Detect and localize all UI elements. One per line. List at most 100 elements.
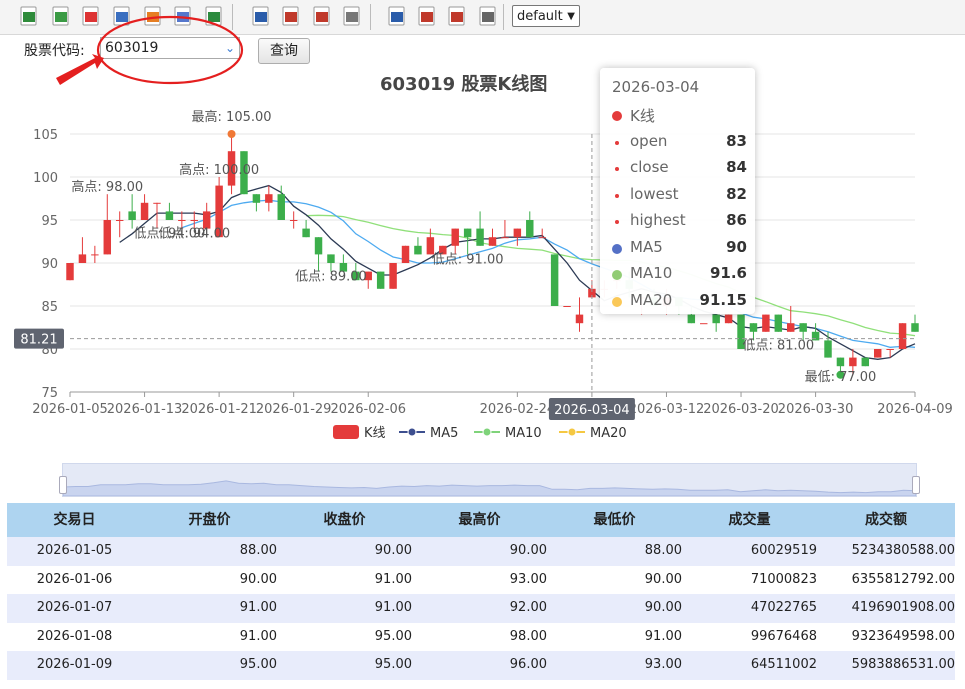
tooltip-series-value: 91.15 — [699, 290, 747, 309]
candle-body — [550, 254, 559, 306]
candle-body — [687, 314, 696, 324]
legend-label: K线 — [364, 426, 386, 441]
table-cell: 9323649598.00 — [851, 628, 955, 644]
tooltip-series-value: 84 — [726, 158, 747, 176]
table-cell: 90.00 — [239, 571, 277, 587]
candle-body — [911, 323, 919, 332]
candle-body — [140, 202, 149, 220]
chart-tooltip: 2026-03-04 K线 open 83 close 84 lowest 82 highes… — [600, 68, 755, 314]
candle-body — [401, 245, 410, 263]
table-cell: 64511002 — [750, 657, 817, 672]
table-cell: 5983886531.00 — [851, 657, 955, 672]
legend-dot-icon — [567, 427, 577, 437]
column-header[interactable]: 开盘价 — [142, 503, 277, 537]
data-zoom-slider[interactable] — [59, 463, 920, 497]
tooltip-series-value: 86 — [726, 211, 747, 229]
candle-body — [724, 314, 733, 324]
column-header[interactable]: 最低价 — [547, 503, 682, 537]
table-cell: 92.00 — [509, 600, 547, 615]
column-header[interactable]: 成交额 — [817, 503, 955, 537]
zoom-preview-area — [62, 480, 917, 497]
candle-body — [488, 237, 497, 246]
candle-body — [501, 237, 509, 239]
candle-body — [824, 340, 832, 358]
marker-label: 最高: 105.00 — [192, 109, 272, 125]
x-tick-label: 2026-01-13 — [107, 402, 183, 417]
tooltip-row: open 83 — [612, 130, 747, 154]
table-cell: 88.00 — [644, 543, 682, 558]
table-cell: 60029519 — [750, 543, 817, 558]
x-tick-label: 2026-01-05 — [32, 402, 108, 417]
series-dot-icon — [612, 243, 622, 254]
annotation-label: 高点: 100.00 — [179, 162, 259, 178]
candle-body — [178, 220, 186, 221]
candle-body — [190, 220, 198, 221]
tooltip-series-value: 82 — [726, 184, 747, 203]
table-row[interactable]: 2026-01-05 88.00 90.00 90.00 88.00 60029519 52… — [7, 537, 955, 566]
zoom-handle-right[interactable] — [912, 476, 920, 494]
tooltip-row: K线 — [612, 103, 747, 127]
column-header[interactable]: 成交量 — [682, 503, 817, 537]
candle-body — [302, 228, 310, 238]
candle-body — [799, 323, 807, 332]
candle-body — [538, 237, 546, 239]
candle-body — [165, 211, 174, 220]
table-row[interactable]: 2026-01-08 91.00 95.00 98.00 91.00 99676468 93… — [7, 623, 955, 652]
table-cell: 2026-01-07 — [36, 600, 113, 615]
annotation-label: 低点: 89.00 — [295, 270, 367, 285]
y-tick-label: 95 — [41, 214, 58, 229]
table-cell: 5234380588.00 — [851, 543, 955, 558]
candle-body — [712, 314, 720, 324]
column-header[interactable]: 交易日 — [7, 503, 142, 537]
candle-body — [787, 323, 795, 332]
table-cell: 91.00 — [374, 571, 412, 587]
column-header[interactable]: 最高价 — [412, 503, 547, 537]
y-tick-label: 85 — [41, 300, 58, 315]
candle-body — [575, 314, 584, 324]
tooltip-series-value: 83 — [726, 131, 747, 150]
table-cell: 90.00 — [374, 543, 412, 558]
column-header[interactable]: 收盘价 — [277, 503, 412, 537]
data-zoom-preview — [62, 480, 917, 497]
candle-body — [563, 306, 571, 307]
tooltip-series-name: close — [630, 158, 669, 176]
x-tick-label: 2026-01-21 — [181, 402, 257, 417]
legend-dot-icon — [482, 427, 492, 437]
marker-label: 最低: 77.00 — [805, 370, 877, 385]
candle-body — [252, 194, 261, 203]
candle-body — [513, 228, 522, 238]
candle-body — [265, 194, 273, 203]
table-row[interactable]: 2026-01-09 95.00 95.00 96.00 93.00 64511002 59… — [7, 651, 955, 680]
table-cell: 98.00 — [509, 628, 547, 644]
candle-body — [376, 271, 385, 289]
table-cell: 2026-01-05 — [36, 543, 113, 558]
table-cell: 91.00 — [644, 628, 682, 644]
table-cell: 4196901908.00 — [851, 600, 955, 615]
legend-kline-icon — [333, 425, 359, 439]
candle-body — [389, 263, 397, 289]
tooltip-row: MA5 90 — [612, 236, 747, 260]
tooltip-series-name: K线 — [630, 107, 655, 125]
table-cell: 2026-01-09 — [36, 657, 113, 672]
kline-chart[interactable]: 75808590951001052026-01-052026-01-132026… — [0, 0, 965, 460]
y-tick-label: 100 — [33, 171, 58, 186]
tooltip-series-value: 91.6 — [709, 264, 747, 282]
stock-data-table: 交易日 开盘价 收盘价 最高价 最低价 成交量 成交额 2026-01-05 88.00 90.… — [7, 503, 955, 680]
legend-label: MA20 — [590, 426, 627, 441]
table-cell: 95.00 — [374, 628, 412, 644]
table-row[interactable]: 2026-01-07 91.00 91.00 92.00 90.00 47022765 41… — [7, 594, 955, 623]
candle-body — [898, 323, 907, 349]
candle-body — [128, 211, 136, 220]
zoom-handle-left[interactable] — [59, 476, 67, 494]
candle-body — [115, 220, 124, 221]
candle-body — [66, 263, 74, 281]
tooltip-series-name: lowest — [630, 184, 679, 203]
tooltip-series-name: MA10 — [630, 264, 673, 282]
series-dot-icon — [615, 140, 619, 145]
legend-label: MA10 — [505, 426, 542, 441]
table-cell: 90.00 — [644, 600, 682, 615]
table-row[interactable]: 2026-01-06 90.00 91.00 93.00 90.00 71000823 63… — [7, 566, 955, 595]
table-cell: 90.00 — [644, 571, 682, 587]
legend-dot-icon — [407, 427, 417, 437]
candle-body — [774, 314, 783, 332]
